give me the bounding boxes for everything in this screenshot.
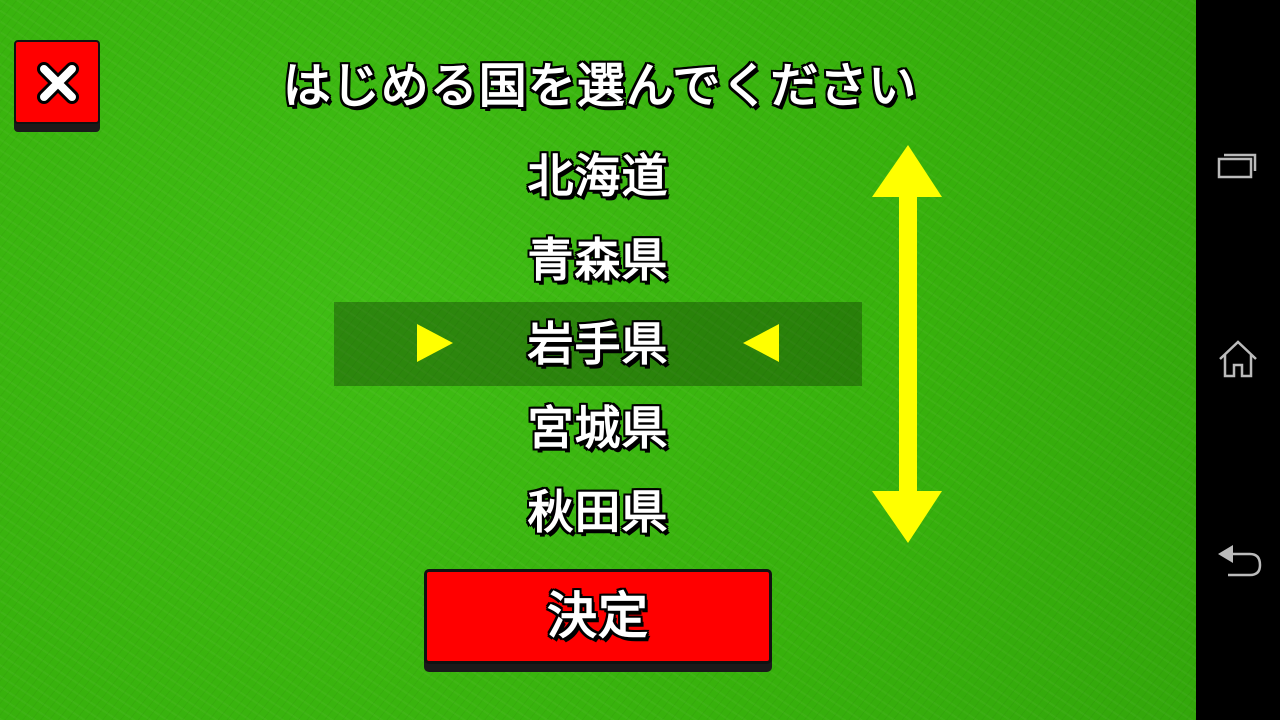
recent-apps-icon[interactable] xyxy=(1216,149,1258,181)
prefecture-option[interactable]: 秋田県 xyxy=(334,470,862,554)
game-screen: はじめる国を選んでください 北海道 青森県 岩手県 宮城県 秋田県 決定 xyxy=(0,0,1196,720)
close-button[interactable] xyxy=(14,40,100,124)
prefecture-option[interactable]: 宮城県 xyxy=(334,386,862,470)
prefecture-option[interactable]: 青森県 xyxy=(334,218,862,302)
prefecture-option-selected[interactable]: 岩手県 xyxy=(334,302,862,386)
selection-marker-left-icon xyxy=(417,324,453,362)
up-down-arrow-icon[interactable] xyxy=(872,145,944,545)
close-icon xyxy=(37,62,79,104)
selection-marker-right-icon xyxy=(743,324,779,362)
page-title: はじめる国を選んでください xyxy=(282,58,918,114)
confirm-button[interactable]: 決定 xyxy=(424,569,772,664)
back-icon[interactable] xyxy=(1216,540,1264,582)
prefecture-option[interactable]: 北海道 xyxy=(334,134,862,218)
home-icon[interactable] xyxy=(1216,338,1260,380)
